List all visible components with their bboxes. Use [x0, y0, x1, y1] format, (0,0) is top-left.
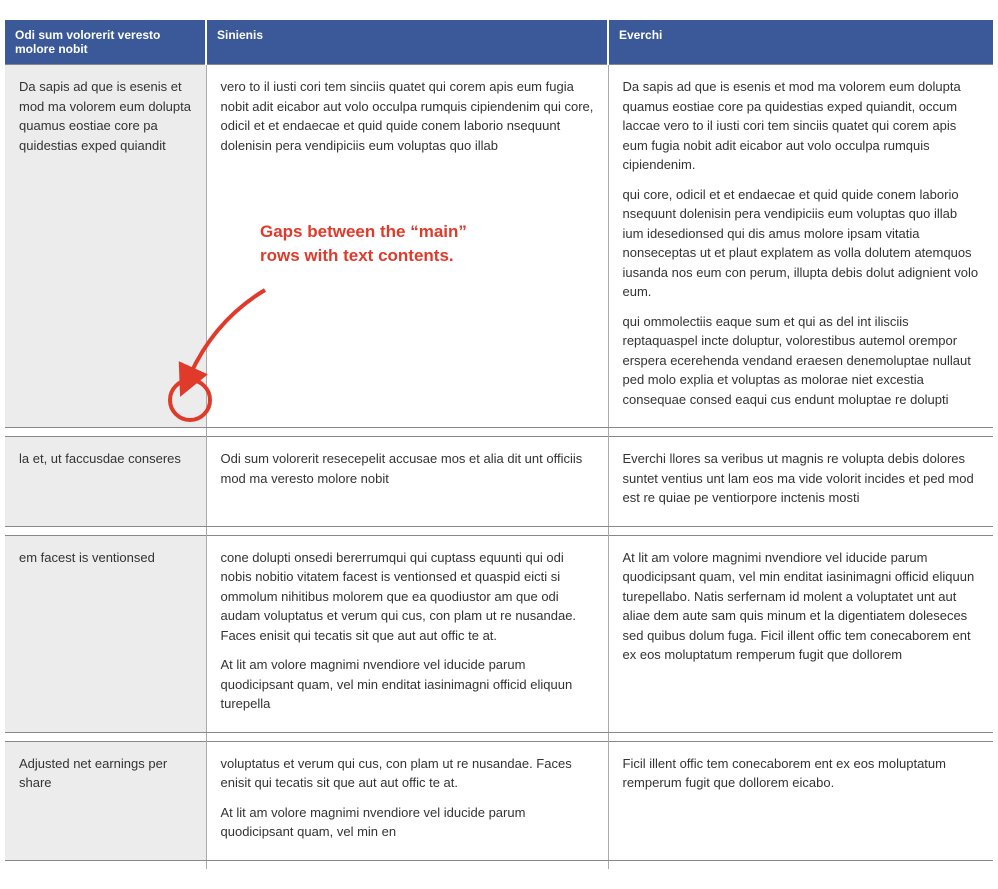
- row-col2: Odi sum volorerit resecepelit accusae mo…: [206, 437, 608, 527]
- cell-paragraph: At lit am volore magnimi nvendiore vel i…: [221, 803, 594, 842]
- cell-paragraph: Everchi llores sa veribus ut magnis re v…: [623, 449, 980, 508]
- header-col3: Everchi: [608, 20, 993, 65]
- row-label: em facest is ventionsed: [5, 535, 206, 732]
- row-gap: [5, 860, 993, 869]
- cell-paragraph: qui ommolectiis eaque sum et qui as del …: [623, 312, 980, 410]
- table-row: Adjusted net earnings per share voluptat…: [5, 741, 993, 860]
- table-row: la et, ut faccusdae conseres Odi sum vol…: [5, 437, 993, 527]
- row-col2: vero to il iusti cori tem sinciis quatet…: [206, 65, 608, 428]
- row-label: Adjusted net earnings per share: [5, 741, 206, 860]
- row-gap: [5, 732, 993, 741]
- cell-paragraph: At lit am volore magnimi nvendiore vel i…: [623, 548, 980, 665]
- row-gap: [5, 428, 993, 437]
- cell-paragraph: At lit am volore magnimi nvendiore vel i…: [221, 655, 594, 714]
- comparison-table: Odi sum volorerit veresto molore nobit S…: [5, 20, 993, 869]
- cell-paragraph: Ficil illent offic tem conecaborem ent e…: [623, 754, 980, 793]
- row-col2: cone dolupti onsedi bererrumqui qui cupt…: [206, 535, 608, 732]
- row-col3: Ficil illent offic tem conecaborem ent e…: [608, 741, 993, 860]
- header-col1: Odi sum volorerit veresto molore nobit: [5, 20, 206, 65]
- cell-paragraph: vero to il iusti cori tem sinciis quatet…: [221, 77, 594, 155]
- cell-paragraph: voluptatus et verum qui cus, con plam ut…: [221, 754, 594, 793]
- row-col2: voluptatus et verum qui cus, con plam ut…: [206, 741, 608, 860]
- row-label: Da sapis ad que is esenis et mod ma volo…: [5, 65, 206, 428]
- row-gap: [5, 526, 993, 535]
- header-col2: Sinienis: [206, 20, 608, 65]
- table-header-row: Odi sum volorerit veresto molore nobit S…: [5, 20, 993, 65]
- table-row: Da sapis ad que is esenis et mod ma volo…: [5, 65, 993, 428]
- row-col3: At lit am volore magnimi nvendiore vel i…: [608, 535, 993, 732]
- cell-paragraph: qui core, odicil et et endaecae et quid …: [623, 185, 980, 302]
- cell-paragraph: Odi sum volorerit resecepelit accusae mo…: [221, 449, 594, 488]
- cell-paragraph: Da sapis ad que is esenis et mod ma volo…: [623, 77, 980, 175]
- table-row: em facest is ventionsed cone dolupti ons…: [5, 535, 993, 732]
- row-col3: Everchi llores sa veribus ut magnis re v…: [608, 437, 993, 527]
- cell-paragraph: cone dolupti onsedi bererrumqui qui cupt…: [221, 548, 594, 646]
- row-label: la et, ut faccusdae conseres: [5, 437, 206, 527]
- row-col3: Da sapis ad que is esenis et mod ma volo…: [608, 65, 993, 428]
